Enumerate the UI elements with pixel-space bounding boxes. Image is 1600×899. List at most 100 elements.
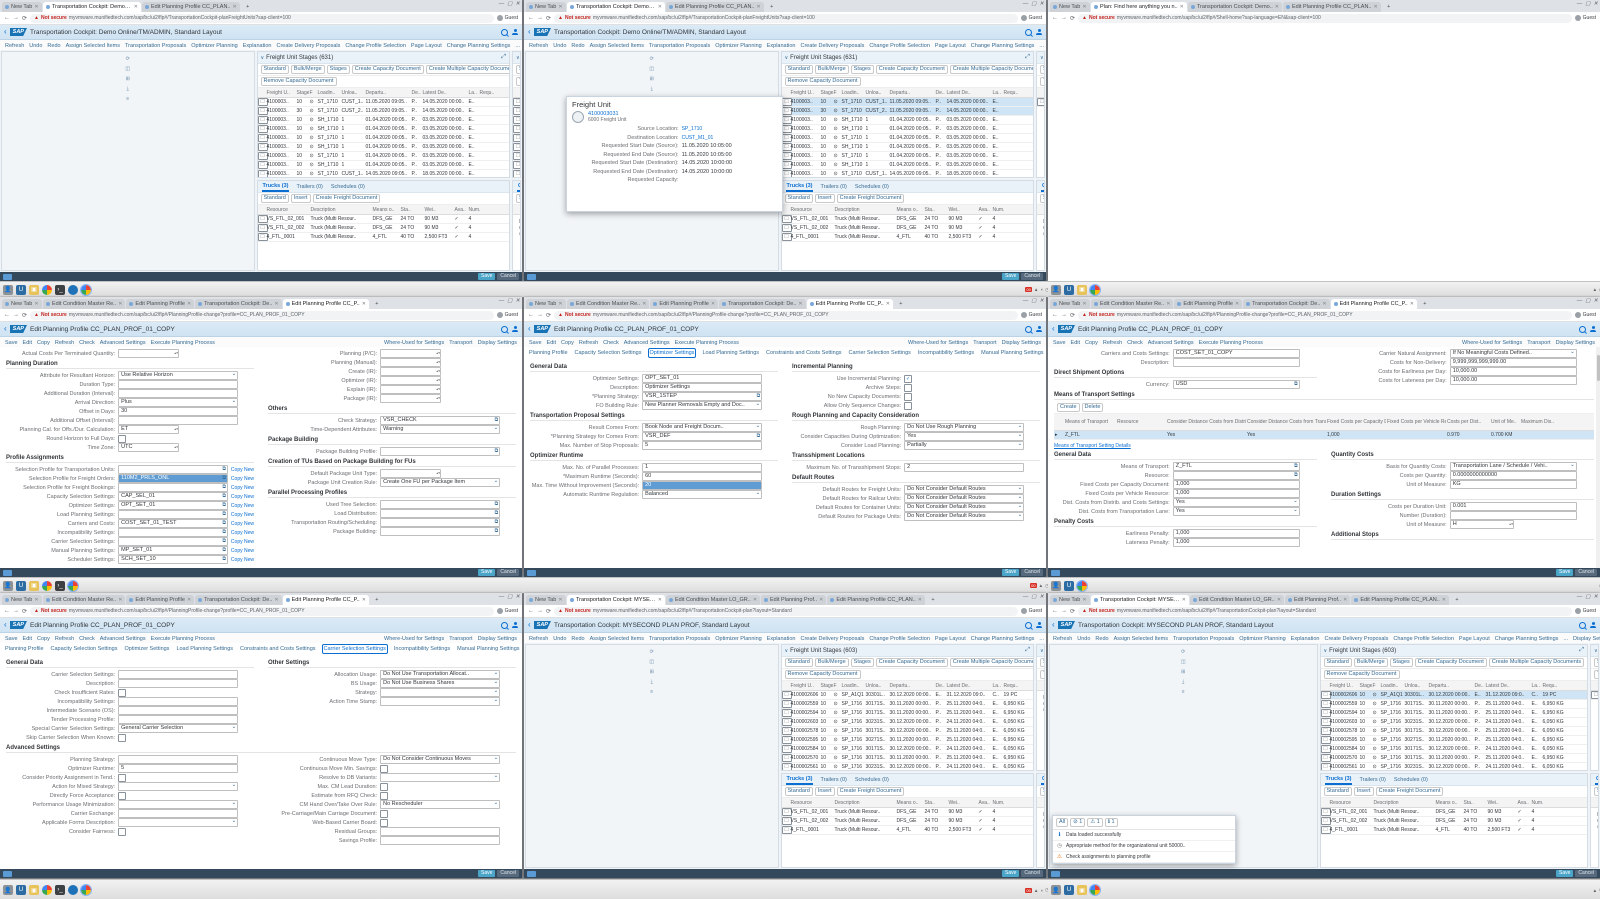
select-field[interactable]: Balanced: [642, 490, 763, 499]
input-field[interactable]: KG: [1449, 480, 1577, 489]
toolbar-button[interactable]: Create Freight Document: [312, 194, 381, 203]
table-row[interactable]: ☐ VS_FTL_02_002 Truck (Multi Resour.. DFS_G…: [781, 224, 1033, 233]
toolbar-button[interactable]: Create Delivery Proposals: [799, 636, 865, 643]
select-field[interactable]: Book Node and Freight Docum..: [642, 423, 763, 432]
volume-icon[interactable]: ◖: [1040, 888, 1043, 893]
app-back-icon[interactable]: ‹: [4, 28, 7, 36]
toolbar-button[interactable]: Change Planning Settings: [446, 43, 512, 50]
tab-planning-profile[interactable]: Planning Profile: [4, 645, 45, 653]
scrollbar[interactable]: [1596, 347, 1600, 568]
column-header[interactable]: F: [833, 683, 841, 689]
column-header[interactable]: Num..: [992, 800, 1004, 806]
search-icon[interactable]: [1025, 28, 1032, 36]
toolbar-button[interactable]: Optimizer Planning: [190, 43, 238, 50]
back-icon[interactable]: ←: [1052, 312, 1058, 318]
tab-close-icon[interactable]: ✕: [1442, 597, 1446, 603]
column-header[interactable]: La..: [992, 90, 1003, 96]
checkbox[interactable]: [118, 791, 127, 800]
forward-icon[interactable]: →: [1061, 312, 1067, 318]
refresh-icon[interactable]: ⟳: [1181, 649, 1185, 655]
toolbar-button[interactable]: Delete: [1081, 403, 1104, 412]
table-row[interactable]: ☐ VS_FTL_02_002 Truck (Multi Resour.. DFS_G…: [781, 817, 1033, 826]
message-item[interactable]: ⚠ Check assignments to planning profile: [1053, 852, 1235, 863]
user-icon[interactable]: [512, 622, 518, 628]
table-row[interactable]: ☐ 4100003.. 10 ⊙ ST_1710 CUST_1.. 14.05.2020 0…: [257, 170, 509, 177]
table-row[interactable]: ☐ 4100002595 10 ⊙ SP_1716 30271S.. 30.11.2020 …: [781, 736, 1033, 745]
toolbar-button[interactable]: Transportation Proposals: [648, 636, 711, 643]
toolbar-button[interactable]: Create Capacity Document: [351, 65, 424, 74]
expand-icon[interactable]: ⤢: [501, 54, 506, 61]
input-field[interactable]: [118, 670, 239, 679]
toolbar-button[interactable]: Check: [1126, 340, 1144, 347]
column-header[interactable]: Loadin..: [1380, 683, 1404, 689]
user-icon[interactable]: [1036, 622, 1042, 628]
input-field[interactable]: SCH_SET_10: [118, 555, 228, 564]
tab-close-icon[interactable]: ✕: [658, 597, 662, 603]
input-field[interactable]: [118, 679, 239, 688]
input-field[interactable]: [118, 528, 228, 537]
checkbox[interactable]: [380, 809, 389, 818]
browser-tab[interactable]: New Tab ✕: [2, 595, 42, 605]
toolbar-button[interactable]: Create Multiple Capacity Documents: [949, 658, 1033, 667]
profile-chip[interactable]: Guest: [1020, 312, 1042, 318]
column-header[interactable]: Freight U..: [790, 683, 820, 689]
copy-new-link[interactable]: Copy New: [231, 557, 254, 563]
column-header[interactable]: Stage: [1359, 683, 1372, 689]
input-field[interactable]: [380, 500, 501, 509]
tab-close-icon[interactable]: ✕: [642, 301, 646, 307]
toolbar-button[interactable]: Refresh: [1052, 636, 1073, 643]
user-icon[interactable]: [512, 29, 518, 35]
checkbox[interactable]: [380, 764, 389, 773]
toolbar-button[interactable]: Change Profile Selection: [868, 636, 931, 643]
address-bar[interactable]: ▲ Not secure myvmware.munifiedtech.com/sap…: [554, 13, 1018, 23]
toolbar-button[interactable]: Where-Used for Settings: [1461, 340, 1523, 347]
grid-layout-icon[interactable]: ⊞: [650, 76, 654, 82]
toolbar-button[interactable]: Advanced Settings: [99, 340, 147, 347]
select-field[interactable]: Do Not Use Business Shares: [380, 679, 501, 688]
select-field[interactable]: General Carrier Selection: [118, 724, 239, 733]
table-row[interactable]: ☐Ds4100306..■44ST_1710115.05.202015.05.2…: [1037, 98, 1044, 107]
reload-icon[interactable]: ⟳: [1070, 15, 1075, 22]
tab-close-icon[interactable]: ✕: [1373, 4, 1377, 10]
address-bar[interactable]: ▲ Not secure myvmware.munifiedtech.com/sap…: [1078, 13, 1572, 23]
browser-tab[interactable]: Transportation Cockpit: De.. ✕: [195, 299, 282, 309]
app-back-icon[interactable]: ‹: [4, 325, 7, 333]
search-icon[interactable]: [1579, 325, 1586, 333]
toolbar-button[interactable]: Page Layout: [934, 43, 967, 50]
tab-close-icon[interactable]: ✕: [1082, 597, 1086, 603]
select-field[interactable]: [380, 773, 501, 782]
copy-new-link[interactable]: Copy New: [231, 494, 254, 500]
tab-load-planning-settings[interactable]: Load Planning Settings: [175, 645, 234, 653]
collapse-icon[interactable]: ∨: [1594, 648, 1598, 654]
table-row[interactable]: ☐ 4_FTL_0001 Truck (Multi Resour.. 4_FTL 40 …: [257, 233, 509, 242]
table-row[interactable]: ☐ 4100002603 10 ⊙ SP_1716 30231S.. 30.12.2020 …: [1320, 718, 1587, 727]
browser-tab[interactable]: New Tab ✕: [2, 2, 42, 12]
toolbar-button[interactable]: Display Settings: [1572, 636, 1600, 643]
column-header[interactable]: La..: [1531, 683, 1542, 689]
network-icon[interactable]: ▲: [1593, 888, 1597, 893]
tab-close-icon[interactable]: ✕: [918, 597, 922, 603]
input-field[interactable]: VSR_1STEP: [642, 392, 763, 401]
toolbar-button[interactable]: Refresh: [528, 43, 549, 50]
input-field[interactable]: [380, 385, 441, 394]
toolbar-button[interactable]: Explanation: [1290, 636, 1321, 643]
cancel-button[interactable]: Cancel: [1575, 870, 1597, 877]
table-row[interactable]: ☐Ds4100306..■44ST_1710ELR_GB1_D..13.05.2…: [513, 107, 520, 116]
input-field[interactable]: USD: [1172, 380, 1300, 389]
column-header[interactable]: Resource: [790, 207, 834, 213]
tab-overview[interactable]: Overview: [1041, 182, 1044, 192]
collapse-icon[interactable]: ∨: [516, 55, 520, 61]
toolbar-button[interactable]: Standard: [1040, 194, 1044, 203]
split-layout-icon[interactable]: ◫: [125, 66, 130, 72]
browser-tab[interactable]: Edit Condition Master Re.. ✕: [567, 299, 650, 309]
table-row[interactable]: ☐ 4100003.. 10 ⊙ ST_1710 CUST_1.. 11.05.2020 0…: [781, 98, 1033, 107]
tab-close-icon[interactable]: ✕: [187, 301, 191, 307]
column-header[interactable]: Means o..: [896, 207, 924, 213]
browser-tab[interactable]: Edit Planning Profile CC_PLAN.. ✕: [666, 2, 764, 12]
toolbar-button[interactable]: Tendering: [1040, 77, 1044, 86]
person-icon[interactable]: 👤: [3, 885, 13, 895]
browser-tab[interactable]: New Tab ✕: [1050, 2, 1090, 12]
input-field[interactable]: [118, 416, 239, 425]
cancel-button[interactable]: Cancel: [497, 273, 519, 280]
table-row[interactable]: ☐ 4100002595 10 ⊙ SP_1716 30271S.. 30.11.2020 …: [1320, 736, 1587, 745]
